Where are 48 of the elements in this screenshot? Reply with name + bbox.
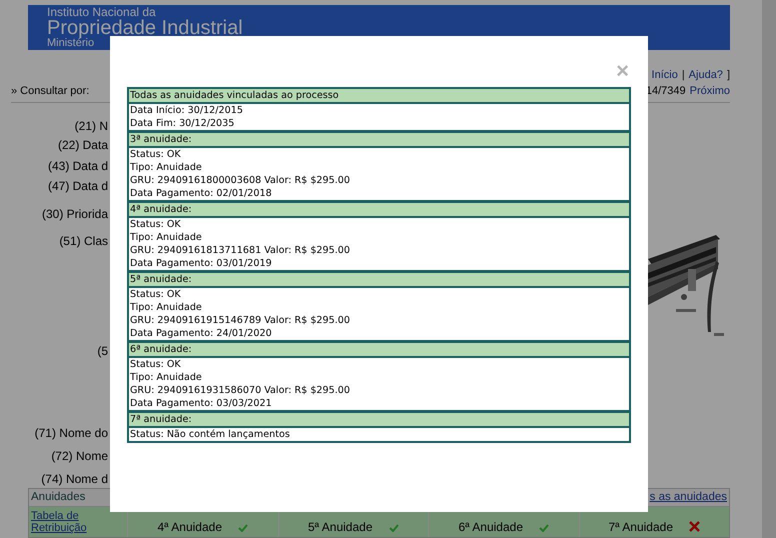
field-label: (74) Nome d [41, 472, 108, 486]
ministry-name: Ministério [47, 38, 94, 49]
field-label: (47) Data d [48, 179, 108, 193]
detail-line: Data Fim: 30/12/2035 [130, 117, 236, 130]
all-annuities-link[interactable]: s as anuidades [650, 489, 727, 506]
detail-line: Data Pagamento: 02/01/2018 [130, 187, 273, 200]
detail-line: Data Pagamento: 03/03/2021 [130, 397, 273, 410]
field-label: (51) Clas [59, 234, 108, 248]
detail-line: Status: Não contém lançamentos [130, 428, 291, 441]
field-label: (72) Nome [51, 449, 108, 463]
field-label: (30) Priorida [42, 207, 108, 221]
detail-line: Status: OK [130, 218, 182, 231]
nav-link[interactable]: Ajuda? [688, 68, 723, 82]
field-label: (43) Data d [48, 159, 108, 173]
detail-line: Tipo: Anuidade [130, 301, 203, 314]
fee-table-link[interactable]: Tabela de Retribuição [31, 510, 125, 534]
detail-line: Data Pagamento: 03/01/2019 [130, 257, 273, 270]
detail-line: Tipo: Anuidade [130, 161, 203, 174]
nav-link[interactable]: Início [652, 68, 678, 82]
detail-line: GRU: 29409161800003608 Valor: R$ $295.00 [130, 174, 351, 187]
site-title: Propriedade Industrial [47, 18, 244, 38]
consult-label: » Consultar por: [11, 84, 90, 98]
section-header: 5ª anuidade: [129, 273, 629, 288]
detail-line: GRU: 29409161931586070 Valor: R$ $295.00 [130, 384, 351, 397]
detail-line: Data Início: 30/12/2015 [130, 104, 244, 117]
section-header: 3ª anuidade: [129, 133, 629, 148]
detail-line: Status: OK [130, 288, 182, 301]
detail-line: Tipo: Anuidade [130, 231, 203, 244]
section-header: 4ª anuidade: [129, 203, 629, 218]
institute-name: Instituto Nacional da [47, 6, 157, 18]
next-link[interactable]: Próximo [690, 84, 730, 98]
nav-separator: ] [726, 68, 730, 82]
record-position: 14/7349 [646, 84, 686, 98]
nav-separator: | [682, 68, 685, 82]
section-header: Todas as anuidades vinculadas ao processo [129, 89, 629, 104]
section-header: 6ª anuidade: [129, 343, 629, 358]
detail-line: Status: OK [130, 148, 182, 161]
detail-line: GRU: 29409161813711681 Valor: R$ $295.00 [130, 244, 351, 257]
detail-line: Data Pagamento: 24/01/2020 [130, 327, 273, 340]
field-label: (21) N [74, 119, 108, 133]
detail-line: Status: OK [130, 358, 182, 371]
field-label: (71) Nome do [34, 426, 108, 440]
field-label: (22) Data [58, 138, 108, 152]
field-label: (5 [97, 344, 108, 358]
detail-line: Tipo: Anuidade [130, 371, 203, 384]
section-header: 7ª anuidade: [129, 413, 629, 428]
detail-line: GRU: 29409161915146789 Valor: R$ $295.00 [130, 314, 351, 327]
table-title: Anuidades [31, 490, 86, 505]
